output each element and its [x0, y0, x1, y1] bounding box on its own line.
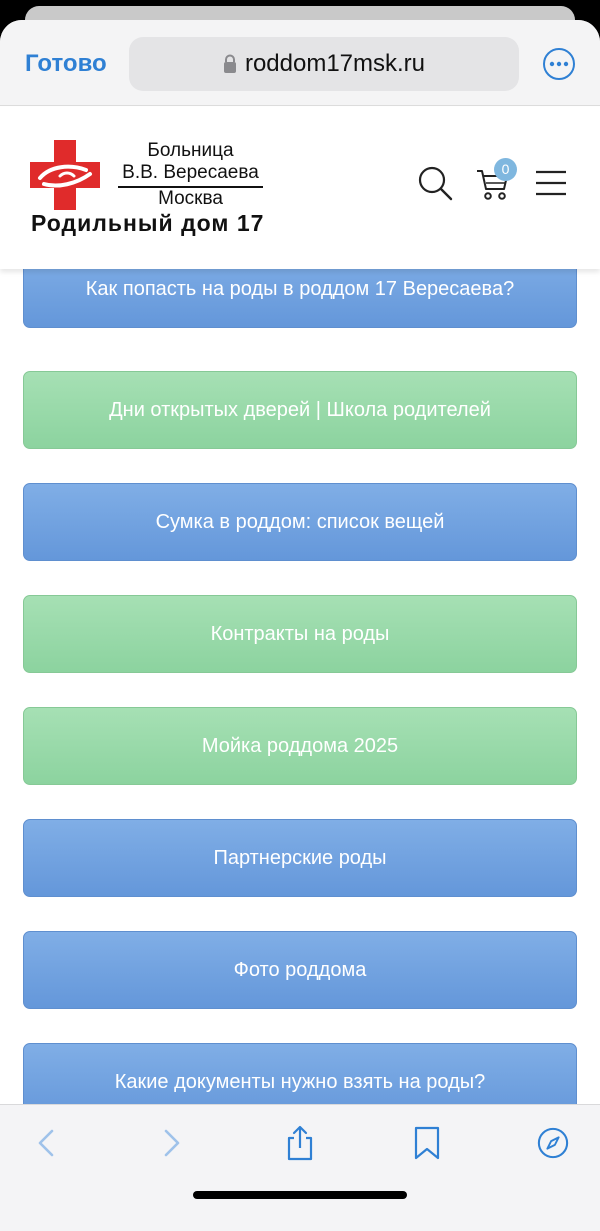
done-button[interactable]: Готово: [25, 50, 107, 78]
page-content: Как попасть на роды в роддом 17 Вересаев…: [0, 269, 600, 1104]
tile-contracts[interactable]: Контракты на роды: [23, 595, 577, 673]
browser-top-bar: Готово roddom17msk.ru: [0, 20, 600, 106]
browser-sheet: Готово roddom17msk.ru Больница В.В. Вере…: [0, 20, 600, 1231]
forward-icon[interactable]: [156, 1125, 188, 1161]
more-options-icon[interactable]: [542, 47, 576, 81]
browser-toolbar: [0, 1104, 600, 1231]
logo-text-hospital: Больница: [147, 140, 234, 161]
tile-how-to-get-in[interactable]: Как попасть на роды в роддом 17 Вересаев…: [23, 269, 577, 328]
tile-hospital-bag[interactable]: Сумка в роддом: список вещей: [23, 483, 577, 561]
lock-icon: [223, 54, 236, 73]
site-header: Больница В.В. Вересаева Москва Родильный…: [0, 107, 600, 269]
home-indicator: [193, 1191, 407, 1199]
tile-cleaning[interactable]: Мойка роддома 2025: [23, 707, 577, 785]
tile-partner-birth[interactable]: Партнерские роды: [23, 819, 577, 897]
logo-text-city: Москва: [158, 188, 223, 209]
hamburger-menu-icon[interactable]: [535, 170, 567, 196]
safari-compass-icon[interactable]: [537, 1125, 569, 1161]
url-text: roddom17msk.ru: [244, 50, 426, 77]
tile-documents[interactable]: Какие документы нужно взять на роды?: [23, 1043, 577, 1104]
cart-count-badge: 0: [494, 158, 517, 181]
tile-open-days[interactable]: Дни открытых дверей | Школа родителей: [23, 371, 577, 449]
hospital-cross-logo-icon[interactable]: [30, 140, 100, 210]
site-title[interactable]: Родильный дом 17: [31, 210, 264, 237]
back-icon[interactable]: [30, 1125, 62, 1161]
bookmarks-icon[interactable]: [411, 1125, 443, 1161]
logo-text-name: В.В. Вересаева: [122, 162, 259, 183]
address-bar[interactable]: roddom17msk.ru: [129, 37, 519, 91]
share-icon[interactable]: [284, 1125, 316, 1161]
tile-photos[interactable]: Фото роддома: [23, 931, 577, 1009]
search-icon[interactable]: [417, 165, 453, 201]
